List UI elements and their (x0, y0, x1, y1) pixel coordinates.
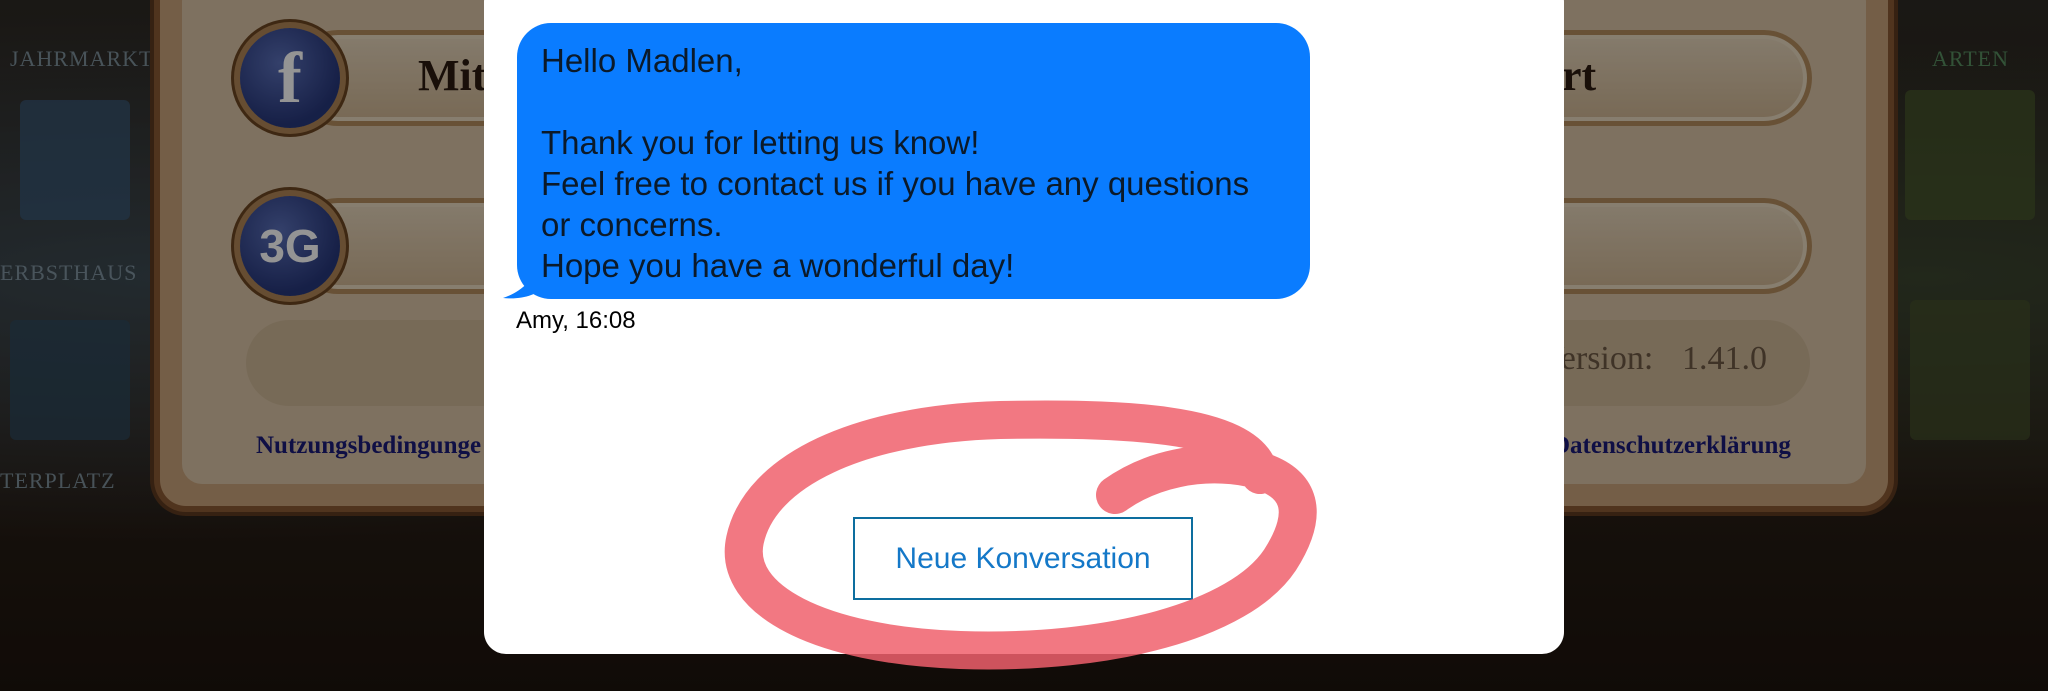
agent-message-bubble: Hello Madlen, Thank you for letting us k… (517, 23, 1310, 299)
agent-message-text: Hello Madlen, Thank you for letting us k… (541, 42, 1250, 284)
message-meta: Amy, 16:08 (516, 307, 636, 334)
new-conversation-button[interactable]: Neue Konversation (853, 517, 1193, 600)
